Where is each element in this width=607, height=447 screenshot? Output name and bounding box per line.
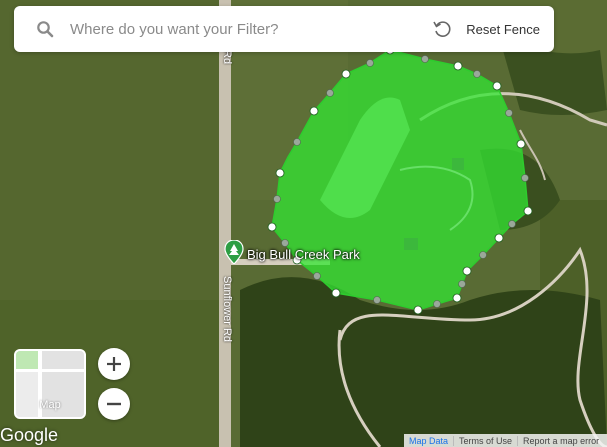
sunflower-rd — [219, 0, 231, 447]
map-attribution: Map Data Terms of Use Report a map error — [404, 434, 607, 447]
search-bar: Reset Fence — [14, 6, 554, 52]
zoom-in-button[interactable] — [98, 348, 130, 380]
filter-search-input[interactable] — [70, 20, 433, 38]
search-icon — [37, 21, 54, 38]
reset-icon — [433, 21, 451, 37]
terms-of-use-link[interactable]: Terms of Use — [454, 435, 519, 446]
satellite-map[interactable] — [0, 0, 607, 447]
google-logo: Google — [0, 425, 59, 445]
zoom-out-button[interactable] — [98, 388, 130, 420]
plus-icon — [107, 357, 121, 371]
map-data-link[interactable]: Map Data — [404, 435, 455, 446]
road-label-north: Rd — [221, 50, 233, 65]
reset-fence-label: Reset Fence — [466, 21, 540, 37]
park-pin-icon[interactable] — [224, 240, 244, 264]
reset-fence-button[interactable]: Reset Fence — [432, 19, 540, 39]
place-label: Big Bull Creek Park — [247, 247, 360, 262]
map-layer-toggle[interactable]: Map — [14, 349, 86, 419]
report-map-error-link[interactable]: Report a map error — [518, 436, 604, 446]
minus-icon — [107, 402, 121, 406]
road-label-sunflower: Sunflower Rd — [221, 276, 233, 343]
layer-toggle-label: Map — [39, 399, 61, 411]
